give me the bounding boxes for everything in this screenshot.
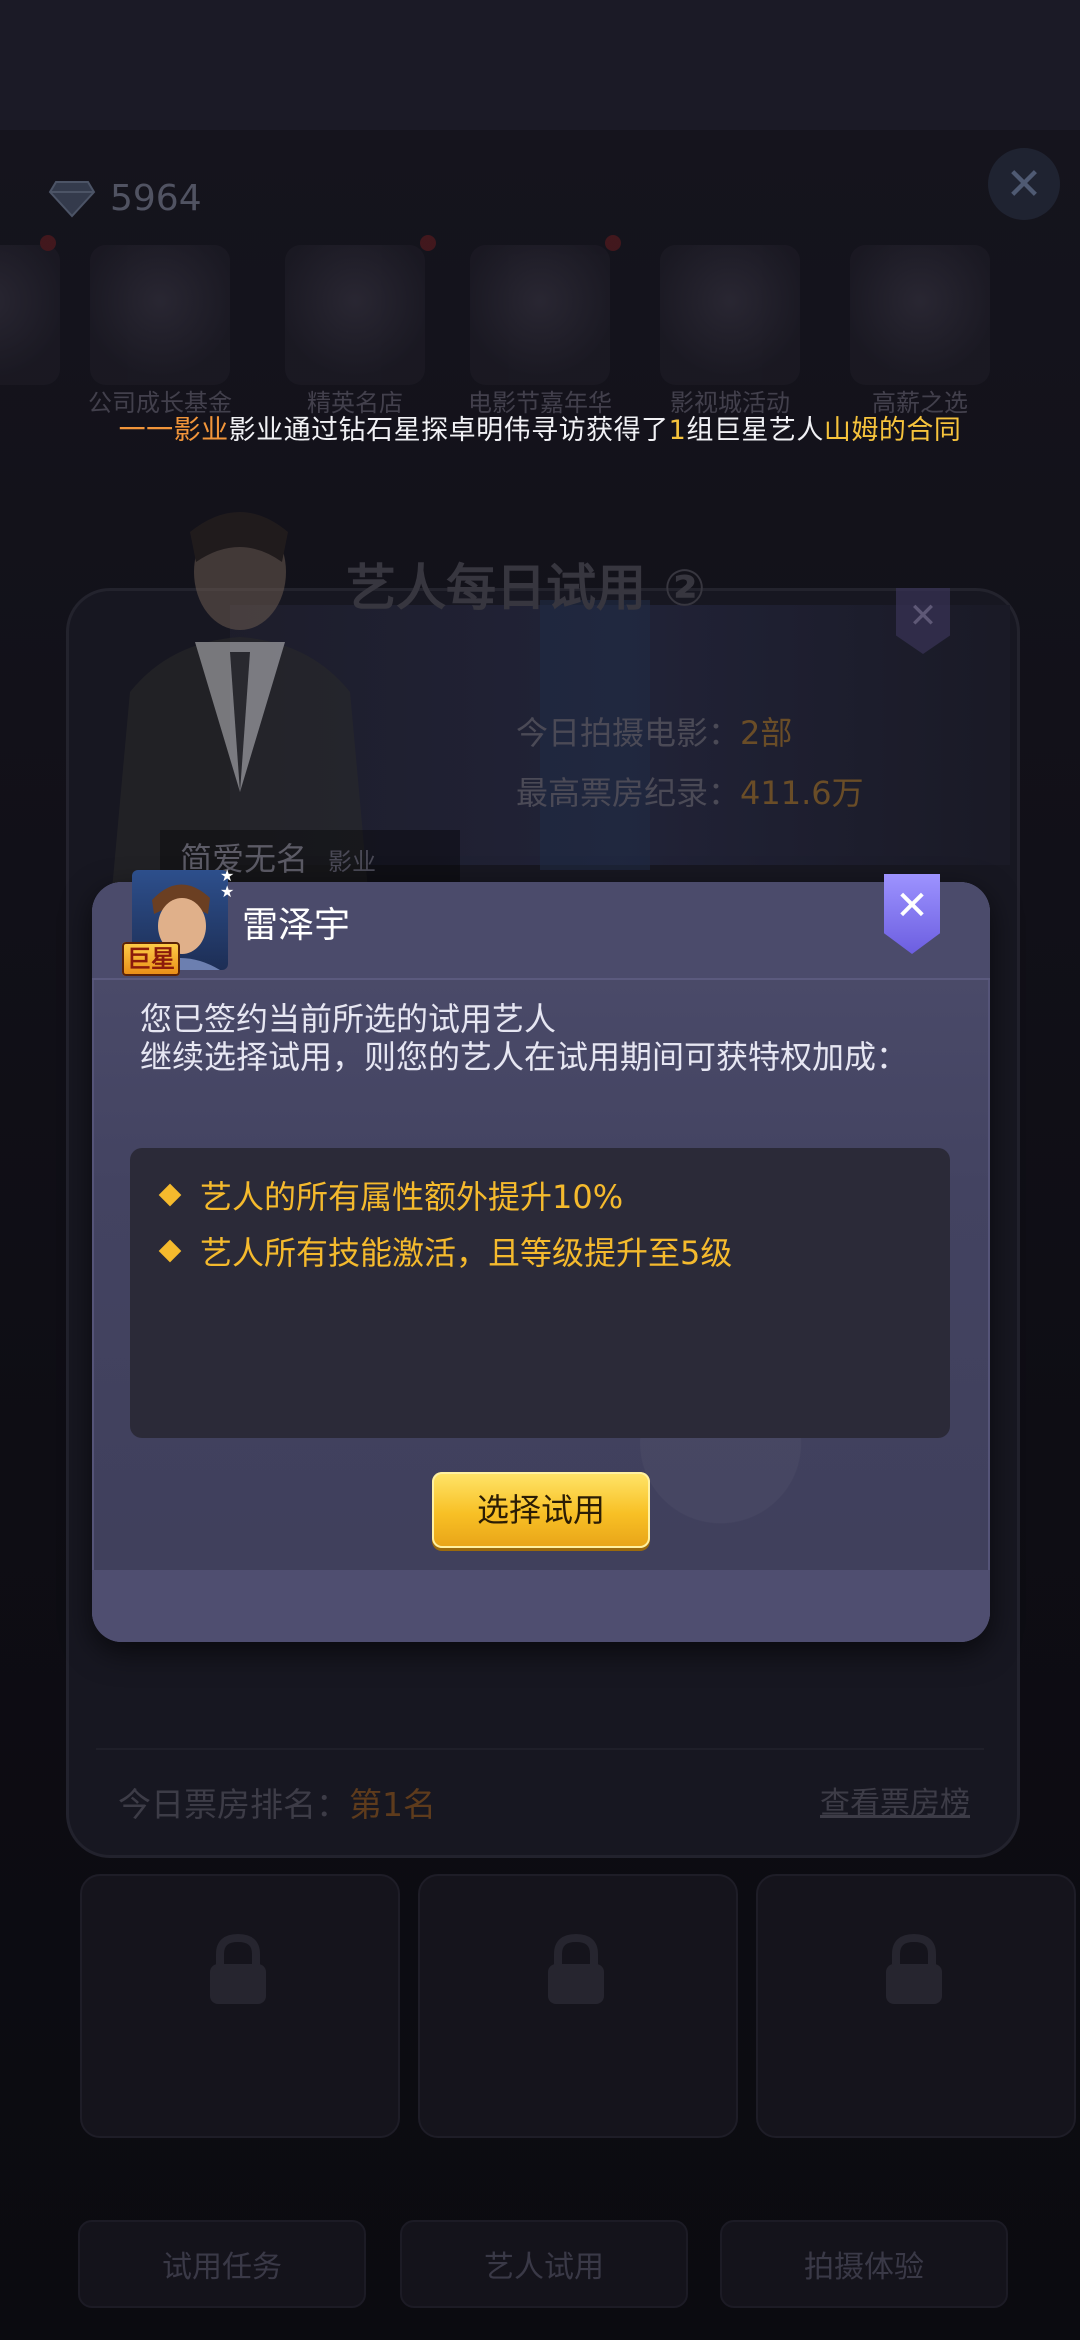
close-icon[interactable]: ✕ [988,148,1060,220]
studio-icon[interactable] [660,245,800,385]
notification-dot [605,235,621,251]
stat-label: 今日拍摄电影： [516,714,741,752]
ticker-text: 影业通过钻石星探卓明伟寻访获得了 [228,415,669,446]
feature-icon-row: 公司成长基金 精英名店 电影节嘉年华 影视城活动 高薪之选 [0,225,1080,425]
ticker-company: 一一影业 [118,415,229,446]
benefit-item: 艺人的所有属性额外提升10% [158,1172,624,1218]
rank-label: 今日票房排名： [118,1785,349,1824]
locked-slot[interactable] [756,1874,1076,2138]
diamond-balance: 5964 [48,168,202,228]
salary-icon[interactable] [850,245,990,385]
view-boxoffice-link[interactable]: 查看票房榜 [820,1778,970,1822]
tab-trial-tasks[interactable]: 试用任务 [78,2220,366,2308]
stat-label: 最高票房纪录： [516,774,741,812]
benefit-item: 艺人所有技能激活，且等级提升至5级 [158,1228,733,1274]
lock-icon [210,1933,266,2004]
star-icon: ★ [220,882,235,901]
select-trial-button[interactable]: 选择试用 [432,1472,650,1548]
stat-value: 411.6万 [740,774,864,812]
tab-artist-trial[interactable]: 艺人试用 [400,2220,688,2308]
description-line: 您已签约当前所选的试用艺人 [140,1000,557,1038]
benefit-text: 艺人所有技能激活，且等级提升至5级 [200,1234,733,1272]
lock-icon [548,1933,604,2004]
lock-icon [886,1933,942,2004]
locked-slot[interactable] [80,1874,400,2138]
stat-movies: 今日拍摄电影：2部 [516,708,792,754]
ticker-count: 1 [668,415,687,446]
star-rating: ★ ★ [220,868,240,900]
benefit-text: 艺人的所有属性额外提升10% [200,1178,624,1216]
superstar-badge: 巨星 [122,942,180,976]
artist-tag: 影业 [328,848,376,876]
rank-value: 第1名 [349,1785,436,1824]
rank-row: 今日票房排名：第1名 [118,1778,436,1826]
feature-icon[interactable] [0,245,60,385]
locked-slot[interactable] [418,1874,738,2138]
ticker-contract: 山姆的合同 [823,415,962,446]
artist-name: 雷泽宇 [242,905,351,946]
stat-boxoffice: 最高票房纪录：411.6万 [516,768,864,814]
fund-icon[interactable] [90,245,230,385]
divider [96,1748,984,1750]
description-line: 继续选择试用，则您的艺人在试用期间可获特权加成： [140,1038,909,1076]
diamond-bullet-icon [158,1183,182,1207]
tab-shooting-experience[interactable]: 拍摄体验 [720,2220,1008,2308]
diamond-bullet-icon [158,1239,182,1263]
festival-icon[interactable] [470,245,610,385]
broadcast-ticker: 一一影业影业通过钻石星探卓明伟寻访获得了1组巨星艺人山姆的合同 [0,408,1080,447]
ticker-text: 组巨星艺人 [686,415,824,446]
dialog-footer-band [92,1570,990,1642]
dialog-description: 您已签约当前所选的试用艺人 继续选择试用，则您的艺人在试用期间可获特权加成： [140,1000,960,1076]
store-icon[interactable] [285,245,425,385]
notification-dot [40,235,56,251]
trial-confirm-dialog: 雷泽宇 您已签约当前所选的试用艺人 继续选择试用，则您的艺人在试用期间可获特权加… [92,882,990,1642]
status-bar-area [0,0,1080,130]
diamond-count: 5964 [110,177,202,219]
stat-value: 2部 [740,714,793,752]
notification-dot [420,235,436,251]
benefit-list: 艺人的所有属性额外提升10% 艺人所有技能激活，且等级提升至5级 [130,1148,950,1438]
diamond-icon [48,181,96,218]
